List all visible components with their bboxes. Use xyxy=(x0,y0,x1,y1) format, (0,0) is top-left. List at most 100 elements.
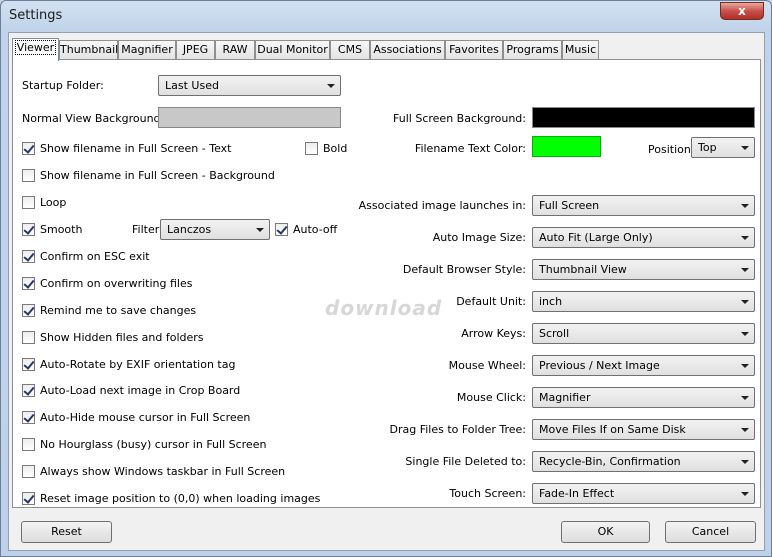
file-deleted-select[interactable]: Recycle-Bin, Confirmation xyxy=(532,451,755,472)
arrow-keys-select[interactable]: Scroll xyxy=(532,323,755,344)
chevron-down-icon xyxy=(741,146,749,150)
normal-bg-label: Normal View Background: xyxy=(22,112,165,125)
chevron-down-icon xyxy=(741,364,749,368)
drag-files-value: Move Files If on Same Disk xyxy=(539,423,686,436)
confirm-overwrite-checkbox[interactable] xyxy=(22,277,35,290)
reset-position-checkbox[interactable] xyxy=(22,492,35,505)
auto-load-checkbox[interactable] xyxy=(22,384,35,397)
filename-color-label: Filename Text Color: xyxy=(414,142,526,155)
auto-image-size-select[interactable]: Auto Fit (Large Only) xyxy=(532,227,755,248)
confirm-esc-label: Confirm on ESC exit xyxy=(40,250,150,263)
always-taskbar-label: Always show Windows taskbar in Full Scre… xyxy=(40,465,286,478)
close-icon: x xyxy=(738,4,746,18)
tab-raw[interactable]: RAW xyxy=(215,40,255,59)
tab-cms[interactable]: CMS xyxy=(330,40,370,59)
full-bg-label: Full Screen Background: xyxy=(393,112,526,125)
mouse-wheel-select[interactable]: Previous / Next Image xyxy=(532,355,755,376)
chevron-down-icon xyxy=(327,84,335,88)
default-unit-value: inch xyxy=(539,295,563,308)
show-hidden-label: Show Hidden files and folders xyxy=(40,331,204,344)
cancel-button[interactable]: Cancel xyxy=(665,521,756,543)
confirm-overwrite-label: Confirm on overwriting files xyxy=(40,277,193,290)
file-deleted-value: Recycle-Bin, Confirmation xyxy=(539,455,681,468)
touch-screen-select[interactable]: Fade-In Effect xyxy=(532,483,755,504)
startup-folder-select[interactable]: Last Used xyxy=(158,75,341,96)
filter-label: Filter: xyxy=(132,223,163,236)
chevron-down-icon xyxy=(741,492,749,496)
show-hidden-checkbox[interactable] xyxy=(22,331,35,344)
chevron-down-icon xyxy=(741,300,749,304)
tab-music[interactable]: Music xyxy=(562,40,599,59)
chevron-down-icon xyxy=(741,460,749,464)
browser-style-select[interactable]: Thumbnail View xyxy=(532,259,755,280)
touch-screen-value: Fade-In Effect xyxy=(539,487,615,500)
arrow-keys-label: Arrow Keys: xyxy=(461,327,526,340)
tab-favorites[interactable]: Favorites xyxy=(445,40,503,59)
normal-bg-swatch[interactable] xyxy=(158,107,341,128)
filter-value: Lanczos xyxy=(167,223,212,236)
drag-files-select[interactable]: Move Files If on Same Disk xyxy=(532,419,755,440)
assoc-launch-select[interactable]: Full Screen xyxy=(532,195,755,216)
confirm-esc-checkbox[interactable] xyxy=(22,250,35,263)
tab-thumbnail[interactable]: Thumbnail xyxy=(59,40,118,59)
tab-jpeg[interactable]: JPEG xyxy=(176,40,215,59)
reset-position-label: Reset image position to (0,0) when loadi… xyxy=(40,492,321,505)
browser-style-label: Default Browser Style: xyxy=(402,263,526,276)
default-unit-select[interactable]: inch xyxy=(532,291,755,312)
auto-image-size-label: Auto Image Size: xyxy=(432,231,526,244)
show-filename-bg-label: Show filename in Full Screen - Backgroun… xyxy=(40,169,275,182)
chevron-down-icon xyxy=(741,332,749,336)
mouse-click-select[interactable]: Magnifier xyxy=(532,387,755,408)
loop-checkbox[interactable] xyxy=(22,196,35,209)
watermark-logo: download xyxy=(325,296,443,320)
file-deleted-label: Single File Deleted to: xyxy=(405,455,526,468)
show-filename-text-checkbox[interactable] xyxy=(22,142,35,155)
remind-save-label: Remind me to save changes xyxy=(40,304,197,317)
filename-color-swatch[interactable] xyxy=(532,136,601,157)
position-select[interactable]: Top xyxy=(691,137,755,158)
tab-dual-monitor[interactable]: Dual Monitor xyxy=(255,40,330,59)
auto-hide-label: Auto-Hide mouse cursor in Full Screen xyxy=(40,411,251,424)
assoc-launch-value: Full Screen xyxy=(539,199,600,212)
no-hourglass-checkbox[interactable] xyxy=(22,438,35,451)
startup-folder-label: Startup Folder: xyxy=(22,79,104,92)
show-filename-bg-checkbox[interactable] xyxy=(22,169,35,182)
startup-folder-value: Last Used xyxy=(165,79,219,92)
drag-files-label: Drag Files to Folder Tree: xyxy=(389,423,526,436)
chevron-down-icon xyxy=(741,236,749,240)
chevron-down-icon xyxy=(741,428,749,432)
window-title: Settings xyxy=(9,8,63,23)
chevron-down-icon xyxy=(741,396,749,400)
settings-window: Settings x Viewer Thumbnail Magnifier JP… xyxy=(0,0,772,557)
ok-button[interactable]: OK xyxy=(561,521,650,543)
smooth-checkbox[interactable] xyxy=(22,223,35,236)
mouse-wheel-label: Mouse Wheel: xyxy=(448,359,526,372)
reset-button[interactable]: Reset xyxy=(21,521,112,543)
filter-select[interactable]: Lanczos xyxy=(160,219,270,240)
always-taskbar-checkbox[interactable] xyxy=(22,465,35,478)
dialog-client: Viewer Thumbnail Magnifier JPEG RAW Dual… xyxy=(8,32,765,551)
auto-off-checkbox[interactable] xyxy=(275,223,288,236)
close-button[interactable]: x xyxy=(720,2,764,20)
browser-style-value: Thumbnail View xyxy=(539,263,627,276)
tab-associations[interactable]: Associations xyxy=(370,40,445,59)
title-bar[interactable]: Settings x xyxy=(1,1,771,31)
chevron-down-icon xyxy=(741,268,749,272)
tab-viewer[interactable]: Viewer xyxy=(12,38,59,61)
mouse-click-value: Magnifier xyxy=(539,391,591,404)
mouse-click-label: Mouse Click: xyxy=(456,391,526,404)
arrow-keys-value: Scroll xyxy=(539,327,570,340)
auto-rotate-checkbox[interactable] xyxy=(22,358,35,371)
full-bg-swatch[interactable] xyxy=(532,107,755,128)
chevron-down-icon xyxy=(256,228,264,232)
auto-rotate-label: Auto-Rotate by EXIF orientation tag xyxy=(40,358,236,371)
bold-checkbox[interactable] xyxy=(305,142,318,155)
smooth-label: Smooth xyxy=(40,223,83,236)
auto-hide-checkbox[interactable] xyxy=(22,411,35,424)
tab-programs[interactable]: Programs xyxy=(503,40,562,59)
position-value: Top xyxy=(698,141,717,154)
tab-magnifier[interactable]: Magnifier xyxy=(118,40,176,59)
auto-load-label: Auto-Load next image in Crop Board xyxy=(40,384,241,397)
remind-save-checkbox[interactable] xyxy=(22,304,35,317)
chevron-down-icon xyxy=(741,204,749,208)
